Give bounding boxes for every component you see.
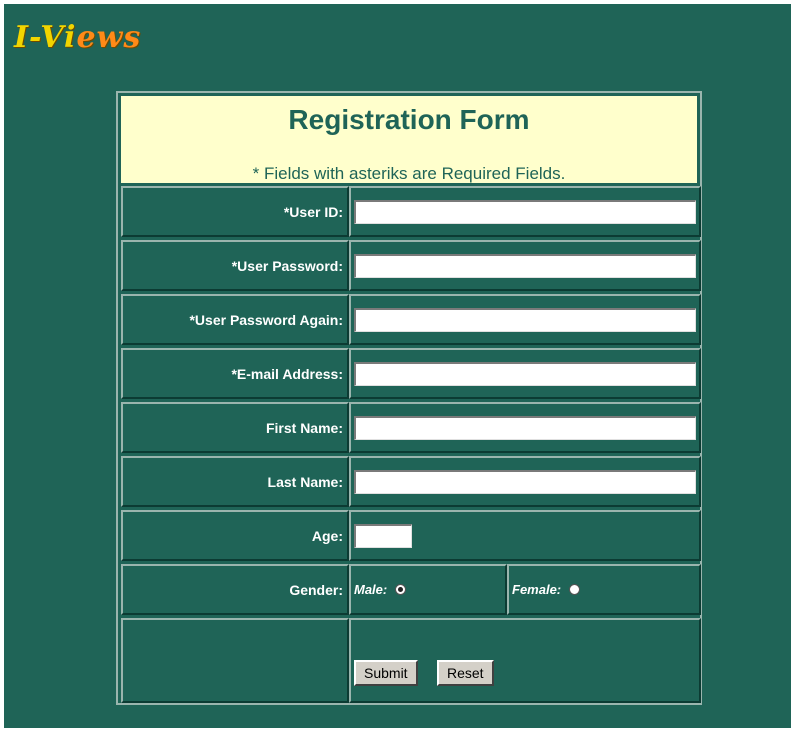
last-name-input[interactable] [354,469,696,494]
email-input-cell [349,348,701,399]
user-password-again-label: *User Password Again: [189,311,343,328]
i-views-logo: I-Views [14,20,141,55]
gender-male-cell: Male: [349,564,507,615]
male-label: Male: [354,582,388,597]
age-label: Age: [311,527,343,544]
user-password-input[interactable] [354,253,696,278]
user-id-label-cell: *User ID: [121,186,349,237]
user-password-again-label-cell: *User Password Again: [121,294,349,345]
buttons-cell: Submit Reset [349,618,701,703]
form-title: Registration Form [288,104,530,135]
first-name-input[interactable] [354,415,696,440]
female-label: Female: [512,582,562,597]
gender-label-cell: Gender: [121,564,349,615]
required-fields-note: * Fields with asteriks are Required Fiel… [252,164,566,183]
user-password-input-cell [349,240,701,291]
user-password-label: *User Password: [231,257,343,274]
email-label-cell: *E-mail Address: [121,348,349,399]
user-password-label-cell: *User Password: [121,240,349,291]
logo-text-primary: I-Vi [14,20,77,55]
age-input[interactable] [354,523,412,548]
age-label-cell: Age: [121,510,349,561]
email-label: *E-mail Address: [231,365,343,382]
user-password-again-input[interactable] [354,307,696,332]
user-password-again-input-cell [349,294,701,345]
last-name-label: Last Name: [267,473,343,490]
first-name-label: First Name: [265,419,343,436]
user-id-input[interactable] [354,199,696,224]
gender-female-cell: Female: [507,564,701,615]
submit-button[interactable]: Submit [354,660,418,686]
age-input-cell [349,510,701,561]
page-background: I-Views Registration Form * Fields with … [4,4,791,728]
male-radio[interactable] [395,584,407,595]
first-name-label-cell: First Name: [121,402,349,453]
registration-form: Registration Form * Fields with asteriks… [116,91,702,705]
last-name-label-cell: Last Name: [121,456,349,507]
user-id-input-cell [349,186,701,237]
gender-label: Gender: [289,581,343,598]
form-header: Registration Form * Fields with asteriks… [121,96,697,183]
reset-button[interactable]: Reset [437,660,494,686]
logo-text-secondary: ews [76,20,142,55]
user-id-label: *User ID: [283,203,343,220]
email-input[interactable] [354,361,696,386]
last-name-input-cell [349,456,701,507]
female-radio[interactable] [569,584,581,595]
first-name-input-cell [349,402,701,453]
buttons-empty-cell [121,618,349,703]
